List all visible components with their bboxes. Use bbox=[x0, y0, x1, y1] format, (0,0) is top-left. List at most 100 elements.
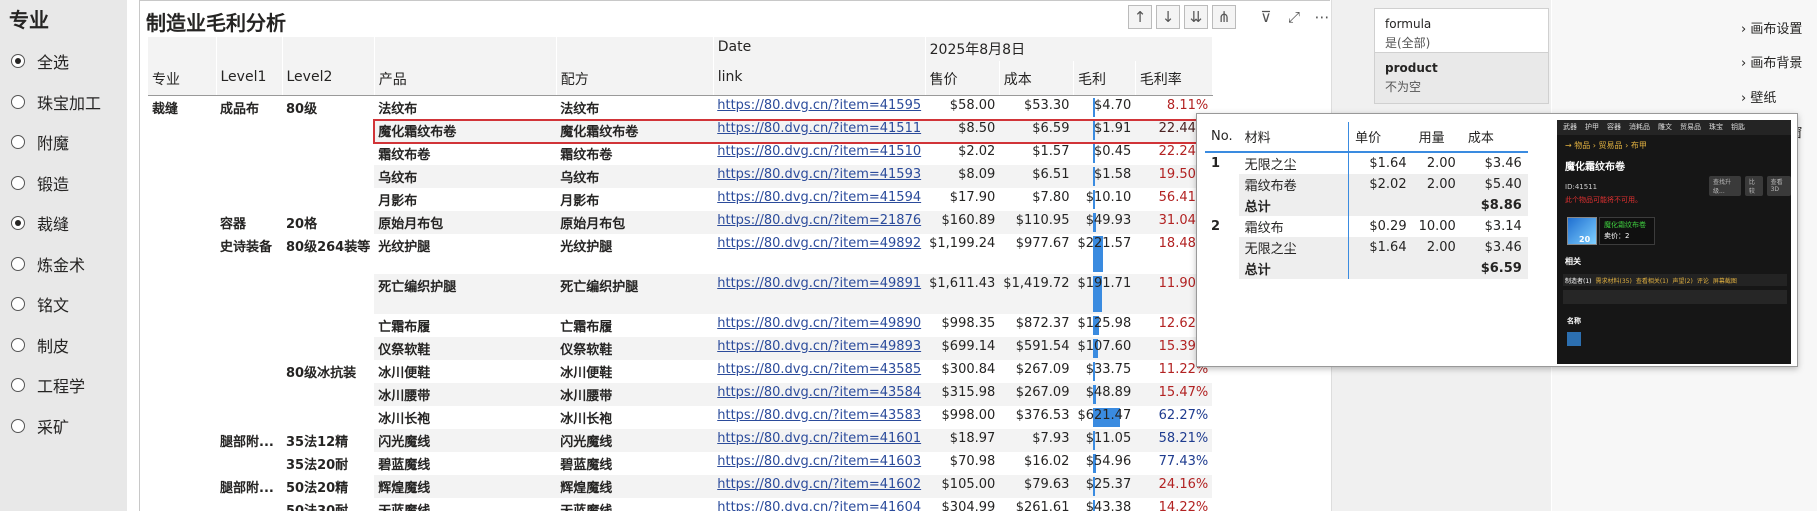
tooltip-cost: $3.46 bbox=[1484, 156, 1522, 171]
radio-button-icon[interactable] bbox=[11, 418, 25, 433]
table-row[interactable]: 腿部附... 50法20精 辉煌魔线 辉煌魔线 https://80.dvg.cn/?i… bbox=[148, 474, 1213, 498]
item-link[interactable]: https://80.dvg.cn/?item=43585 bbox=[717, 362, 921, 377]
item-link[interactable]: https://80.dvg.cn/?item=41593 bbox=[717, 167, 921, 182]
item-link[interactable]: https://80.dvg.cn/?item=41604 bbox=[717, 500, 921, 511]
item-link[interactable]: https://80.dvg.cn/?item=49893 bbox=[717, 339, 921, 354]
table-row[interactable]: 亡霜布履 亡霜布履 https://80.dvg.cn/?item=49890 $99… bbox=[148, 314, 1212, 337]
radio-button-icon[interactable] bbox=[11, 135, 25, 149]
filter-field-name: formula bbox=[1385, 17, 1432, 31]
slicer-item[interactable]: 珠宝加工 bbox=[11, 89, 101, 115]
cell-recipe: 光纹护腿 bbox=[560, 239, 613, 255]
cell-prod: 光纹护腿 bbox=[378, 239, 431, 255]
column-header[interactable]: Level2 bbox=[282, 61, 375, 96]
cell-cost: $110.95 bbox=[999, 210, 1074, 234]
arrow-up-icon[interactable]: ↑ bbox=[1128, 5, 1152, 29]
item-link[interactable]: https://80.dvg.cn/?item=41601 bbox=[717, 431, 921, 446]
cell-l2 bbox=[282, 314, 374, 337]
slicer-item[interactable]: 工程学 bbox=[11, 372, 85, 398]
focus-mode-icon[interactable]: ⤢ bbox=[1282, 5, 1306, 29]
game-tab-content-bar bbox=[1563, 290, 1787, 304]
matrix-visual: 制造业毛利分析 ↑ ↓ ⇊ ⋔ ⊽ ⤢ ⋯ Date 2025年8月8日 专业 L… bbox=[139, 0, 1330, 511]
cell-profit: $33.75 bbox=[1073, 360, 1135, 383]
table-row[interactable]: 月影布 月影布 https://80.dvg.cn/?item=41594 $17.9… bbox=[148, 188, 1212, 211]
slicer-item[interactable]: 采矿 bbox=[11, 413, 69, 439]
filter-card[interactable]: product 不为空 bbox=[1374, 52, 1549, 104]
item-link[interactable]: https://80.dvg.cn/?item=21876 bbox=[717, 213, 921, 228]
slicer-item[interactable]: 铭文 bbox=[11, 291, 69, 317]
item-link[interactable]: https://80.dvg.cn/?item=41511 bbox=[717, 121, 921, 136]
cell-recipe: 乌纹布 bbox=[556, 164, 714, 188]
table-row[interactable]: 霜纹布卷 霜纹布卷 https://80.dvg.cn/?item=41510 $2.… bbox=[148, 142, 1212, 165]
item-link[interactable]: https://80.dvg.cn/?item=49890 bbox=[717, 316, 921, 331]
game-button: 比较 bbox=[1744, 176, 1763, 196]
column-header[interactable]: 配方 bbox=[556, 61, 714, 96]
table-row[interactable]: 魔化霜纹布卷 魔化霜纹布卷 https://80.dvg.cn/?item=4151… bbox=[148, 118, 1213, 142]
table-row[interactable]: 35法20耐 碧蓝魔线 碧蓝魔线 https://80.dvg.cn/?item=41… bbox=[148, 452, 1212, 475]
table-row[interactable]: 乌纹布 乌纹布 https://80.dvg.cn/?item=41593 $8.09… bbox=[148, 164, 1213, 188]
item-link[interactable]: https://80.dvg.cn/?item=41595 bbox=[717, 98, 921, 113]
format-section[interactable]: › 画布设置 bbox=[1741, 18, 1802, 37]
table-row[interactable]: 腿部附... 35法12精 闪光魔线 闪光魔线 https://80.dvg.cn/?i… bbox=[148, 428, 1213, 452]
table-row[interactable]: 裁缝 成品布 80级 法纹布 法纹布 https://80.dvg.cn/?item=41… bbox=[148, 95, 1212, 119]
format-section[interactable]: › 壁纸 bbox=[1741, 87, 1776, 106]
radio-button-icon[interactable] bbox=[11, 54, 25, 68]
slicer-item[interactable]: 裁缝 bbox=[11, 210, 69, 236]
item-link[interactable]: https://80.dvg.cn/?item=41602 bbox=[717, 477, 921, 492]
table-row[interactable]: 容器 20格 原始月布包 原始月布包 https://80.dvg.cn/?item=2… bbox=[148, 210, 1213, 234]
tooltip-row: 总计 $6.59 bbox=[1205, 258, 1528, 279]
filter-icon[interactable]: ⊽ bbox=[1254, 5, 1278, 29]
double-arrow-down-icon[interactable]: ⇊ bbox=[1184, 5, 1208, 29]
game-nav-item: 珠宝 bbox=[1709, 123, 1723, 131]
table-row[interactable]: 80级冰抗装 冰川便鞋 冰川便鞋 https://80.dvg.cn/?item=43… bbox=[148, 360, 1212, 383]
cell-zy bbox=[148, 142, 216, 165]
materials-table: No. 材料 单价 用量 成本 1 无限之尘 $1.64 2.00 $3.46 霜纹布卷 $2.02… bbox=[1205, 122, 1528, 279]
column-header[interactable]: 售价 bbox=[925, 61, 1000, 96]
expand-hierarchy-icon[interactable]: ⋔ bbox=[1212, 5, 1236, 29]
slicer-item[interactable]: 制皮 bbox=[11, 332, 69, 358]
slicer-item[interactable]: 附魔 bbox=[11, 129, 69, 155]
slicer-item[interactable]: 炼金术 bbox=[11, 251, 85, 277]
tooltip-cost: $3.14 bbox=[1484, 219, 1522, 234]
table-row[interactable]: 死亡编织护腿 死亡编织护腿 https://80.dvg.cn/?item=4989… bbox=[148, 273, 1213, 314]
column-header[interactable]: 毛利 bbox=[1073, 61, 1136, 96]
column-header[interactable]: Level1 bbox=[216, 61, 283, 96]
tooltip-column-header: 用量 bbox=[1412, 122, 1462, 153]
table-row[interactable]: 仪祭软鞋 仪祭软鞋 https://80.dvg.cn/?item=49893 $69… bbox=[148, 336, 1213, 360]
profit-value: $621.47 bbox=[1077, 407, 1132, 423]
column-header[interactable]: link bbox=[713, 61, 926, 96]
radio-button-icon[interactable] bbox=[11, 378, 25, 392]
table-row[interactable]: 冰川长袍 冰川长袍 https://80.dvg.cn/?item=43583 $99… bbox=[148, 406, 1212, 429]
item-link[interactable]: https://80.dvg.cn/?item=41594 bbox=[717, 190, 921, 205]
radio-button-icon[interactable] bbox=[11, 216, 25, 230]
radio-button-icon[interactable] bbox=[11, 337, 25, 352]
table-row[interactable]: 冰川腰带 冰川腰带 https://80.dvg.cn/?item=43584 $31… bbox=[148, 382, 1213, 406]
radio-button-icon[interactable] bbox=[11, 256, 25, 271]
table-row[interactable]: 50法30耐 天蓝魔线 天蓝魔线 https://80.dvg.cn/?item=41… bbox=[148, 498, 1212, 511]
column-header[interactable]: 产品 bbox=[374, 61, 557, 96]
table-row[interactable]: 史诗装备 80级264装等 光纹护腿 光纹护腿 https://80.dvg.cn/?i… bbox=[148, 234, 1212, 274]
cell-prod: 原始月布包 bbox=[374, 210, 557, 234]
item-link[interactable]: https://80.dvg.cn/?item=43584 bbox=[717, 385, 921, 400]
cell-l2: 35法12精 bbox=[286, 434, 349, 450]
cell-zy bbox=[148, 234, 216, 274]
radio-button-icon[interactable] bbox=[11, 94, 25, 109]
slicer-item[interactable]: 锻造 bbox=[11, 170, 69, 196]
item-link[interactable]: https://80.dvg.cn/?item=43583 bbox=[717, 408, 921, 423]
item-link[interactable]: https://80.dvg.cn/?item=41603 bbox=[717, 454, 921, 469]
item-link[interactable]: https://80.dvg.cn/?item=41510 bbox=[717, 144, 921, 159]
arrow-down-icon[interactable]: ↓ bbox=[1156, 5, 1180, 29]
slicer-item[interactable]: 全选 bbox=[11, 48, 69, 74]
tooltip-column-header: 单价 bbox=[1348, 122, 1413, 153]
cell-prod: 冰川便鞋 bbox=[378, 365, 431, 381]
item-link[interactable]: https://80.dvg.cn/?item=49891 bbox=[717, 276, 921, 291]
cell-l1 bbox=[216, 314, 282, 337]
radio-button-icon[interactable] bbox=[11, 297, 25, 311]
tooltip-row: 2 霜纹布 $0.29 10.00 $3.14 bbox=[1205, 216, 1528, 237]
radio-button-icon[interactable] bbox=[11, 175, 25, 190]
format-section[interactable]: › 画布背景 bbox=[1741, 52, 1802, 71]
column-header[interactable]: 成本 bbox=[999, 61, 1074, 96]
column-header[interactable]: 专业 bbox=[148, 61, 217, 96]
cell-price: $315.98 bbox=[925, 382, 1000, 406]
column-header[interactable]: 毛利率 bbox=[1135, 61, 1213, 96]
item-link[interactable]: https://80.dvg.cn/?item=49892 bbox=[717, 236, 921, 251]
